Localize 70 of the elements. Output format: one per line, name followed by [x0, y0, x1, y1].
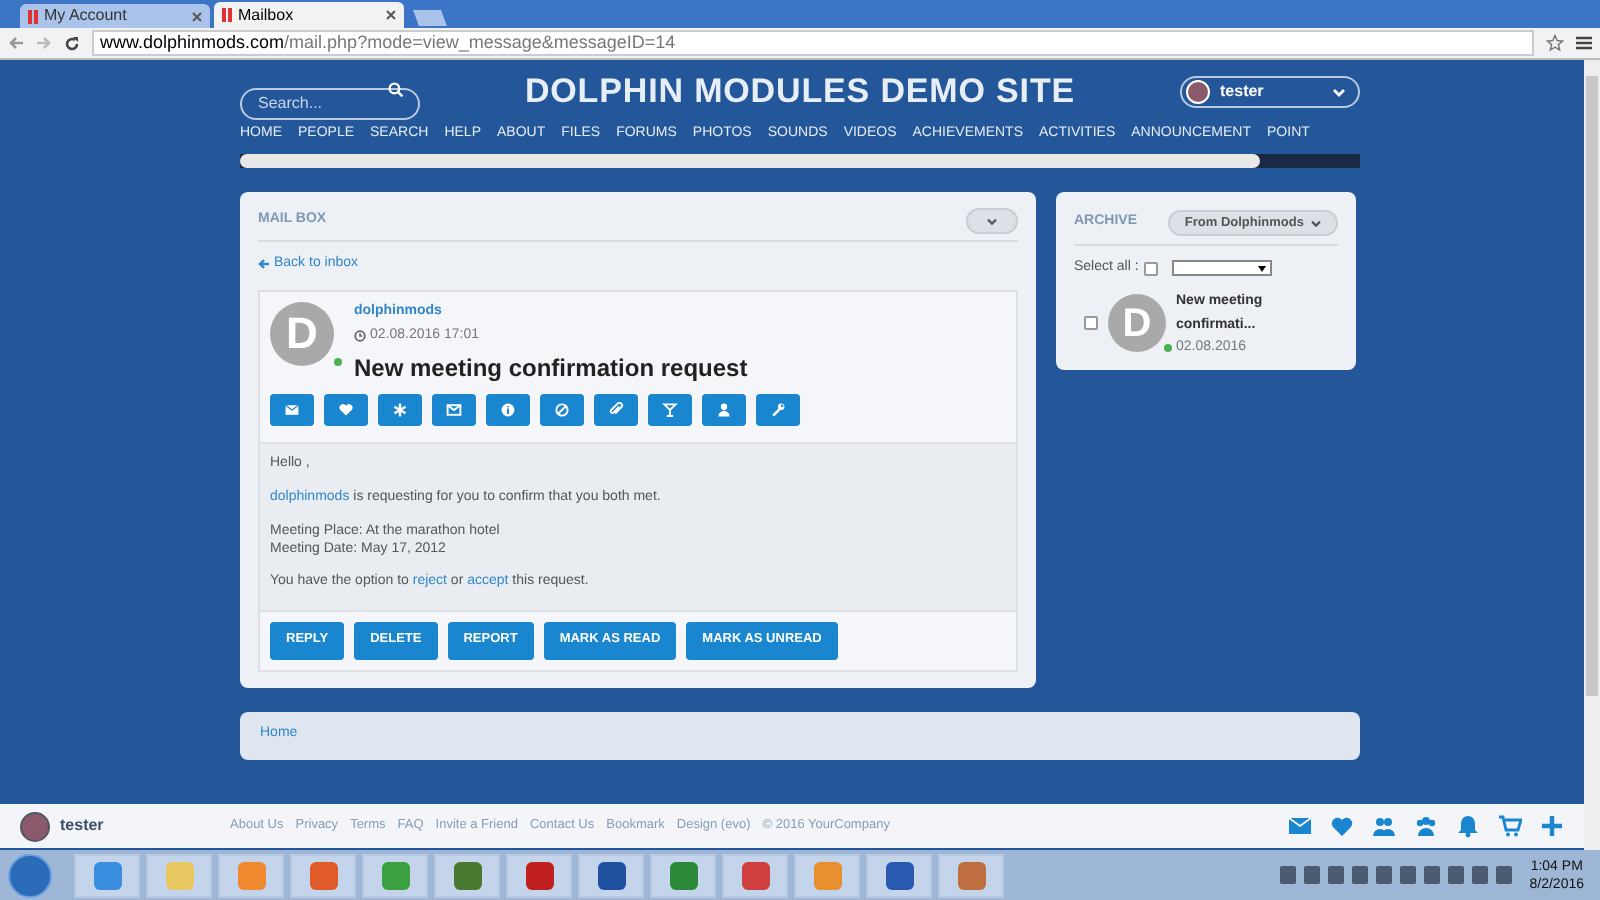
- username-link[interactable]: tester: [60, 814, 230, 838]
- taskbar-app-icon[interactable]: [434, 853, 500, 897]
- favicon-icon: [222, 8, 232, 22]
- user-icon: [716, 401, 732, 417]
- bell-icon[interactable]: [1456, 814, 1480, 838]
- back-icon[interactable]: [8, 36, 24, 50]
- people-icon[interactable]: [1372, 814, 1396, 838]
- taskbar-app-icon[interactable]: [506, 853, 572, 897]
- wrench-icon: [770, 401, 786, 417]
- mail-button[interactable]: [432, 393, 476, 425]
- ban-button[interactable]: [540, 393, 584, 425]
- action-select[interactable]: [1172, 260, 1273, 277]
- arrow-left-icon: [258, 258, 270, 271]
- search-icon: [388, 82, 404, 98]
- new-tab-button[interactable]: [413, 10, 447, 26]
- menu-icon[interactable]: [1576, 36, 1592, 50]
- asterisk-icon: [392, 401, 408, 417]
- asterisk-button[interactable]: [378, 393, 422, 425]
- user-menu[interactable]: tester: [1180, 76, 1360, 108]
- wrench-button[interactable]: [756, 393, 800, 425]
- chevron-icon: [1310, 219, 1322, 227]
- close-icon[interactable]: [386, 10, 396, 20]
- star-icon[interactable]: [1546, 34, 1564, 52]
- heart-icon[interactable]: [1330, 814, 1354, 838]
- start-button[interactable]: [8, 853, 52, 897]
- item-checkbox[interactable]: [1084, 316, 1098, 331]
- taskbar-app-icon[interactable]: [866, 853, 932, 897]
- message-subject: New meeting confirmation request: [354, 351, 748, 385]
- glass-button[interactable]: [648, 393, 692, 425]
- search-field[interactable]: Search...: [240, 87, 420, 119]
- info-button[interactable]: [486, 393, 530, 425]
- mail-icon: [446, 401, 462, 417]
- reload-icon[interactable]: [64, 35, 80, 51]
- plus-icon[interactable]: [1540, 814, 1564, 838]
- info-icon: [500, 401, 516, 417]
- dropdown-arrow-icon: [1258, 265, 1267, 272]
- close-icon[interactable]: [192, 11, 202, 21]
- taskbar-app-icon[interactable]: [578, 853, 644, 897]
- paperclip-icon: [608, 401, 624, 417]
- taskbar-app-icon[interactable]: [362, 853, 428, 897]
- taskbar-app-icon[interactable]: [290, 853, 356, 897]
- select-all-checkbox[interactable]: [1144, 261, 1159, 276]
- favicon-icon: [28, 9, 38, 23]
- chevron-icon: [1332, 87, 1346, 97]
- envelope-icon[interactable]: [1288, 814, 1312, 838]
- heart-icon: [338, 401, 354, 417]
- user-button[interactable]: [702, 393, 746, 425]
- taskbar-app-icon[interactable]: [722, 853, 788, 897]
- envelope-button[interactable]: [270, 393, 314, 425]
- browser-tab[interactable]: My Account: [20, 4, 210, 28]
- avatar-icon: [20, 811, 50, 841]
- glass-icon: [662, 401, 678, 417]
- cart-icon[interactable]: [1498, 814, 1522, 838]
- chevron-icon: [986, 217, 998, 225]
- avatar-icon: [1186, 80, 1210, 104]
- people-icon[interactable]: [1414, 814, 1438, 838]
- heart-button[interactable]: [324, 393, 368, 425]
- collapse-button[interactable]: [966, 208, 1018, 234]
- taskbar-app-icon[interactable]: [650, 853, 716, 897]
- address-bar[interactable]: www.dolphinmods.com/mail.php?mode=view_message&messageID=14: [92, 30, 1534, 56]
- ban-icon: [554, 401, 570, 417]
- taskbar-app-icon[interactable]: [74, 853, 140, 897]
- clock-icon: [354, 330, 366, 343]
- site-title: DOLPHIN MODULES DEMO SITE: [524, 70, 1076, 115]
- avatar: D: [270, 301, 334, 365]
- envelope-icon: [284, 401, 300, 417]
- paperclip-button[interactable]: [594, 393, 638, 425]
- browser-tab[interactable]: Mailbox: [214, 2, 404, 28]
- taskbar-app-icon[interactable]: [938, 853, 1004, 897]
- avatar: D: [1108, 294, 1166, 353]
